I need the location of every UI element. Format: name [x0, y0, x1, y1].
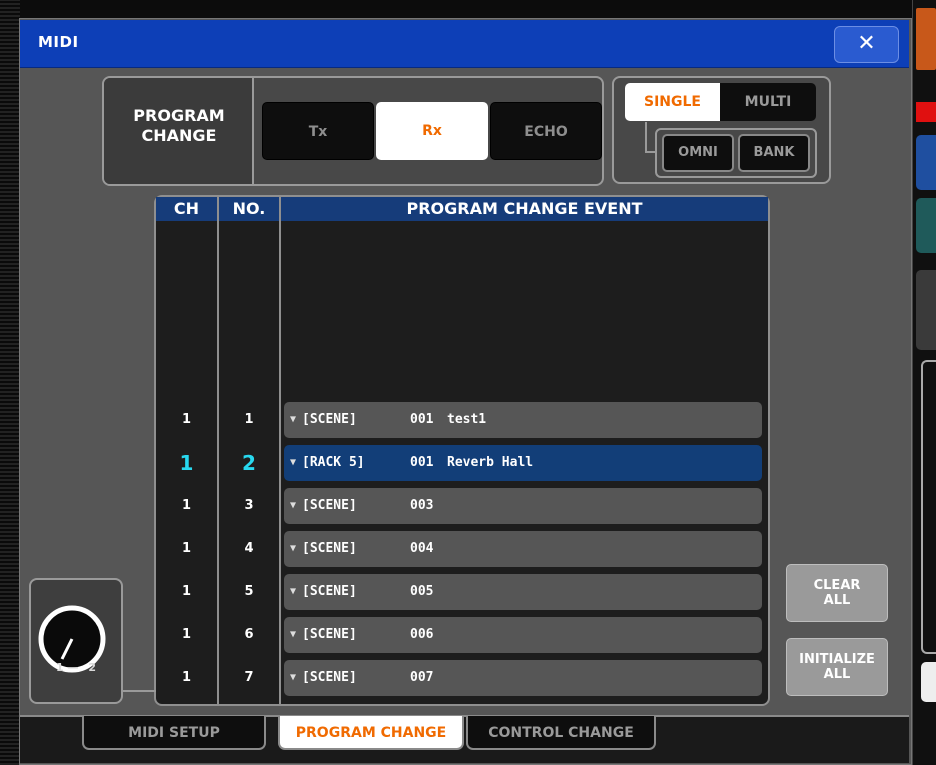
row-channel: 1	[181, 670, 192, 685]
bank-button[interactable]: BANK	[738, 134, 810, 172]
event-dropdown[interactable]: ▼ [SCENE] 003	[284, 488, 762, 524]
event-number: 003	[410, 498, 434, 513]
event-type: [SCENE]	[302, 412, 357, 427]
omni-button[interactable]: OMNI	[662, 134, 734, 172]
event-dropdown[interactable]: ▼ [SCENE] 005	[284, 574, 762, 610]
clear-all-button[interactable]: CLEAR ALL	[786, 564, 888, 622]
header-no: NO.	[232, 199, 266, 218]
left-edge-decoration	[0, 0, 20, 765]
row-number: 5	[244, 584, 254, 599]
background-app-strip	[912, 0, 936, 765]
triangle-down-icon: ▼	[290, 457, 297, 468]
knob-connector-line	[121, 690, 156, 692]
tab-control-change[interactable]: CONTROL CHANGE	[466, 716, 656, 750]
triangle-down-icon: ▼	[290, 586, 297, 597]
row-channel: 1	[181, 584, 192, 599]
table-row[interactable]: 1 4 ▼ [SCENE] 004	[156, 531, 768, 567]
event-type: [SCENE]	[302, 584, 357, 599]
triangle-down-icon: ▼	[290, 500, 297, 511]
triangle-down-icon: ▼	[290, 672, 297, 683]
event-number: 001	[410, 455, 434, 470]
row-number: 2	[242, 451, 256, 475]
event-dropdown[interactable]: ▼ [SCENE] 007	[284, 660, 762, 696]
initialize-all-button[interactable]: INITIALIZE ALL	[786, 638, 888, 696]
multi-button[interactable]: MULTI	[720, 83, 816, 121]
event-type: [SCENE]	[302, 627, 357, 642]
knob-min-label: 1	[56, 661, 64, 674]
program-change-label-line1: PROGRAM	[133, 106, 225, 125]
row-channel: 1	[181, 541, 192, 556]
event-number: 005	[410, 584, 434, 599]
knob-range-separator: —	[67, 661, 79, 674]
initialize-all-label-line1: INITIALIZE	[799, 652, 875, 667]
event-number: 007	[410, 670, 434, 685]
triangle-down-icon: ▼	[290, 414, 297, 425]
event-type: [RACK 5]	[302, 455, 365, 470]
event-name: test1	[447, 412, 487, 427]
event-dropdown[interactable]: ▼ [SCENE] 004	[284, 531, 762, 567]
table-row[interactable]: 1 3 ▼ [SCENE] 003	[156, 488, 768, 524]
event-number: 001	[410, 412, 434, 427]
single-button[interactable]: SINGLE	[625, 83, 720, 121]
event-dropdown[interactable]: ▼ [RACK 5] 001 Reverb Hall	[284, 445, 762, 481]
row-channel: 1	[181, 412, 192, 427]
close-icon: ✕	[857, 31, 876, 56]
knob-range-label: 1 — 2	[56, 661, 106, 675]
initialize-all-label-line2: ALL	[823, 667, 851, 682]
window-title: MIDI	[38, 33, 79, 51]
tx-button[interactable]: Tx	[262, 102, 374, 160]
event-number: 006	[410, 627, 434, 642]
row-channel: 1	[181, 498, 192, 513]
event-type: [SCENE]	[302, 541, 357, 556]
event-type: [SCENE]	[302, 498, 357, 513]
event-type: [SCENE]	[302, 670, 357, 685]
clear-all-label-line2: ALL	[823, 593, 851, 608]
rx-button[interactable]: Rx	[376, 102, 488, 160]
triangle-down-icon: ▼	[290, 543, 297, 554]
row-number: 4	[244, 541, 254, 556]
close-button[interactable]: ✕	[834, 26, 899, 63]
tab-program-change[interactable]: PROGRAM CHANGE	[278, 716, 464, 750]
table-row[interactable]: 1 2 ▼ [RACK 5] 001 Reverb Hall	[156, 445, 768, 481]
knob-max-label: 2	[88, 661, 96, 674]
tab-midi-setup[interactable]: MIDI SETUP	[82, 716, 266, 750]
title-bar	[20, 20, 909, 68]
program-change-label: PROGRAM CHANGE	[104, 106, 254, 146]
echo-button[interactable]: ECHO	[490, 102, 602, 160]
row-number: 1	[244, 412, 254, 427]
event-number: 004	[410, 541, 434, 556]
table-row[interactable]: 1 5 ▼ [SCENE] 005	[156, 574, 768, 610]
row-channel: 1	[181, 627, 192, 642]
event-dropdown[interactable]: ▼ [SCENE] 001 test1	[284, 402, 762, 438]
table-row[interactable]: 1 1 ▼ [SCENE] 001 test1	[156, 402, 768, 438]
header-ch: CH	[173, 199, 200, 218]
row-number: 7	[244, 670, 254, 685]
clear-all-label-line1: CLEAR	[813, 578, 861, 593]
row-channel: 1	[179, 451, 194, 475]
event-dropdown[interactable]: ▼ [SCENE] 006	[284, 617, 762, 653]
table-row[interactable]: 1 7 ▼ [SCENE] 007	[156, 660, 768, 696]
row-number: 3	[244, 498, 254, 513]
program-change-label-line2: CHANGE	[141, 126, 217, 145]
header-event: PROGRAM CHANGE EVENT	[406, 199, 643, 218]
event-name: Reverb Hall	[447, 455, 534, 470]
triangle-down-icon: ▼	[290, 629, 297, 640]
row-number: 6	[244, 627, 254, 642]
table-row[interactable]: 1 6 ▼ [SCENE] 006	[156, 617, 768, 653]
